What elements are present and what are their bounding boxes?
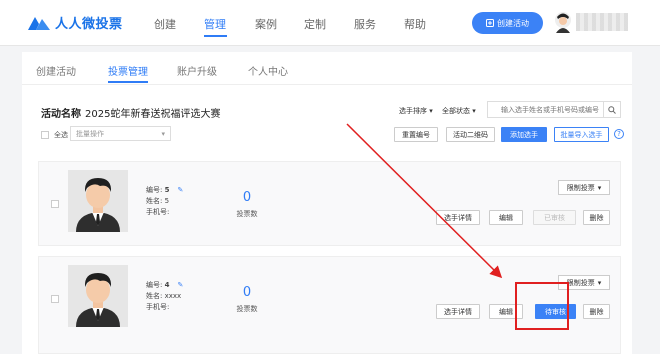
sort-select[interactable]: 选手排序 ▾ (399, 106, 433, 116)
select-all-checkbox[interactable] (41, 131, 49, 139)
reviewed-button[interactable]: 已审核 (533, 210, 576, 225)
nav-item-cases[interactable]: 案例 (255, 16, 277, 32)
limit-vote-select[interactable]: 限制投票 ▾ (558, 180, 610, 195)
sort-label: 选手排序 (399, 107, 427, 115)
batch-placeholder: 批量操作 (76, 129, 104, 138)
vote-count: 0 投票数 (227, 190, 267, 219)
status-label: 全部状态 (442, 107, 470, 115)
help-icon[interactable]: ? (614, 129, 624, 139)
nav-item-create[interactable]: 创建 (154, 16, 176, 32)
tab-personal-center[interactable]: 个人中心 (248, 63, 288, 78)
nav-item-help[interactable]: 帮助 (404, 16, 426, 32)
nav-item-custom[interactable]: 定制 (304, 16, 326, 32)
search-input[interactable] (488, 102, 604, 117)
avatar-illustration-icon (68, 265, 128, 327)
search-icon (608, 105, 616, 114)
activity-name-value: 2025蛇年新春送祝福评选大赛 (85, 109, 221, 120)
name-value: xxxx (164, 292, 182, 300)
contestant-photo (68, 265, 128, 327)
select-all-label: 全选 (54, 131, 68, 139)
nav-active-underline (204, 35, 227, 37)
tab-account-upgrade[interactable]: 账户升级 (177, 63, 217, 78)
search-button[interactable] (603, 102, 620, 117)
edit-button[interactable]: 编辑 (489, 210, 523, 225)
name-label: 姓名: (146, 197, 163, 205)
vote-number: 0 (242, 285, 252, 300)
contestant-info: 编号: 5 ✎ 姓名: 5 手机号: (146, 185, 183, 218)
contestant-detail-button[interactable]: 选手详情 (436, 210, 480, 225)
status-select[interactable]: 全部状态 ▾ (442, 106, 476, 116)
activity-title: 活动名称 2025蛇年新春送祝福评选大赛 (41, 105, 220, 120)
id-label: 编号: (146, 186, 163, 194)
id-value: 4 (164, 281, 170, 289)
search-box (487, 101, 621, 118)
edit-pencil-icon[interactable]: ✎ (177, 280, 183, 291)
create-activity-button[interactable]: 创建活动 (472, 12, 543, 34)
tab-vote-manage[interactable]: 投票管理 (108, 63, 148, 78)
contestant-card: 编号: 5 ✎ 姓名: 5 手机号: 0 投票数 限制投票 ▾ 选手详情 编辑 已审… (38, 161, 621, 246)
batch-import-button[interactable]: 批量导入选手 (554, 127, 609, 142)
vote-number: 0 (242, 190, 252, 205)
limit-label: 限制投票 (566, 278, 595, 287)
username-blurred[interactable] (576, 13, 628, 31)
phone-label: 手机号: (146, 208, 170, 216)
batch-operation-select[interactable]: 批量操作 ▾ (70, 126, 171, 141)
logo-mark-icon (28, 16, 50, 30)
chevron-down-icon: ▾ (161, 129, 165, 138)
reset-ids-button[interactable]: 重置编号 (394, 127, 438, 142)
activity-name-label: 活动名称 (41, 109, 81, 120)
contestant-info: 编号: 4 ✎ 姓名: xxxx 手机号: (146, 280, 183, 313)
id-value: 5 (164, 186, 170, 194)
nav-item-service[interactable]: 服务 (354, 16, 376, 32)
phone-label: 手机号: (146, 303, 170, 311)
brand-name: 人人微投票 (55, 17, 123, 32)
create-activity-label: 创建活动 (497, 18, 529, 28)
add-contestant-button[interactable]: 添加选手 (501, 127, 547, 142)
limit-label: 限制投票 (566, 183, 595, 192)
tab-create-activity[interactable]: 创建活动 (36, 63, 76, 78)
name-value: 5 (164, 197, 170, 205)
id-label: 编号: (146, 281, 163, 289)
tabs-divider (22, 84, 632, 85)
avatar-illustration-icon (68, 170, 128, 232)
select-all[interactable]: 全选 (41, 130, 68, 140)
contestant-checkbox[interactable] (51, 200, 59, 208)
contestant-photo (68, 170, 128, 232)
brand-logo[interactable]: 人人微投票 (27, 13, 123, 32)
chevron-down-icon: ▾ (429, 107, 433, 115)
vote-label: 投票数 (236, 305, 258, 313)
top-navbar: 人人微投票 创建 管理 案例 定制 服务 帮助 创建活动 (0, 0, 660, 46)
activity-qr-button[interactable]: 活动二维码 (446, 127, 495, 142)
chevron-down-icon: ▾ (472, 107, 476, 115)
delete-button[interactable]: 删除 (583, 210, 610, 225)
name-label: 姓名: (146, 292, 163, 300)
delete-button[interactable]: 删除 (583, 304, 610, 319)
vote-label: 投票数 (236, 210, 258, 218)
chevron-down-icon: ▾ (597, 183, 602, 192)
edit-pencil-icon[interactable]: ✎ (177, 185, 183, 196)
contestant-checkbox[interactable] (51, 295, 59, 303)
chevron-down-icon: ▾ (597, 278, 602, 287)
tab-active-underline (108, 81, 148, 83)
user-avatar[interactable] (554, 11, 572, 33)
nav-item-manage[interactable]: 管理 (204, 16, 226, 32)
contestant-detail-button[interactable]: 选手详情 (436, 304, 480, 319)
annotation-highlight-box (515, 282, 569, 330)
vote-count: 0 投票数 (227, 285, 267, 314)
create-icon (486, 19, 494, 27)
